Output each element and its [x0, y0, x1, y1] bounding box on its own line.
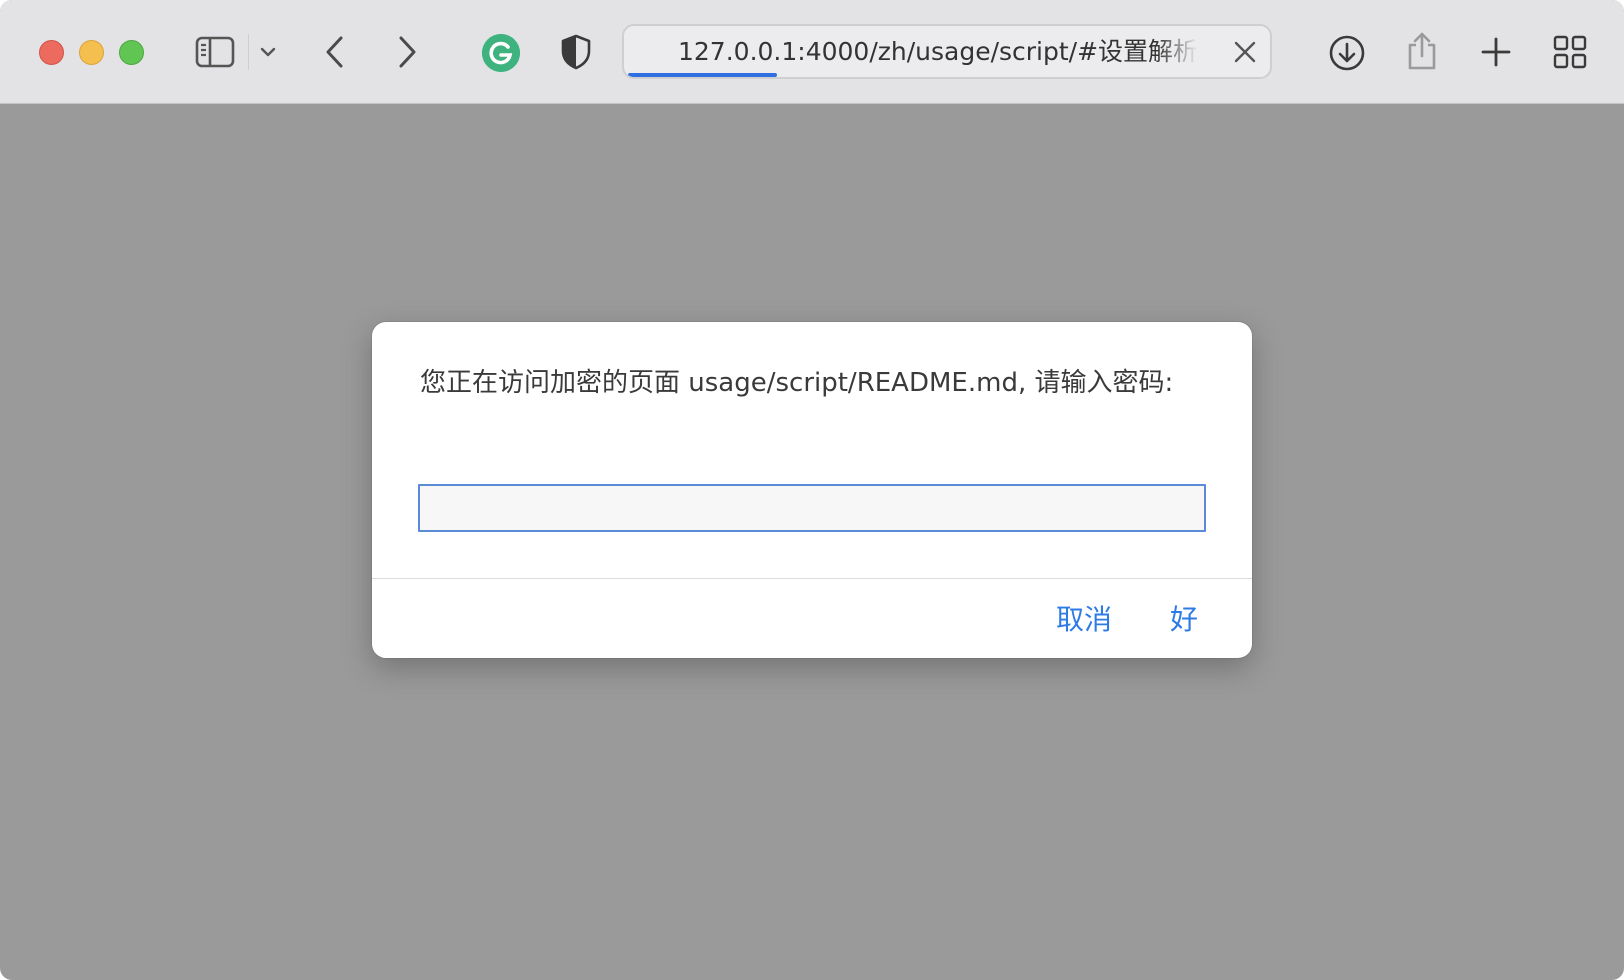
window-minimize-button[interactable] [79, 40, 104, 65]
sidebar-toggle-button[interactable] [194, 33, 236, 71]
address-bar[interactable]: 127.0.0.1:4000/zh/usage/script/#设置解析器的 [622, 24, 1272, 79]
close-icon[interactable] [1232, 39, 1258, 65]
download-icon [1329, 35, 1365, 71]
ok-button[interactable]: 好 [1170, 602, 1198, 638]
tab-overview-button[interactable] [1550, 32, 1590, 72]
share-icon [1408, 32, 1436, 70]
shield-icon [561, 34, 591, 70]
browser-window: 127.0.0.1:4000/zh/usage/script/#设置解析器的 您… [0, 0, 1624, 980]
password-prompt-dialog: 您正在访问加密的页面 usage/script/README.md, 请输入密码… [372, 322, 1252, 658]
cancel-button[interactable]: 取消 [1056, 602, 1112, 638]
toolbar-divider [248, 34, 249, 70]
grammarly-icon [482, 34, 520, 72]
page-load-progress [628, 73, 777, 77]
forward-icon [399, 36, 416, 68]
new-tab-button[interactable] [1476, 32, 1516, 72]
sidebar-menu-button[interactable] [256, 40, 280, 64]
privacy-report-button[interactable] [558, 32, 594, 72]
downloads-button[interactable] [1326, 32, 1368, 74]
dialog-divider [372, 578, 1252, 579]
back-button[interactable] [318, 32, 352, 72]
back-icon [326, 36, 343, 68]
dialog-message: 您正在访问加密的页面 usage/script/README.md, 请输入密码… [420, 368, 1174, 398]
plus-icon [1481, 37, 1511, 67]
grammarly-extension-button[interactable] [480, 32, 522, 74]
share-button[interactable] [1402, 28, 1442, 74]
address-url[interactable]: 127.0.0.1:4000/zh/usage/script/#设置解析器的 [678, 38, 1198, 66]
chevron-down-icon [260, 47, 276, 57]
password-input[interactable] [418, 484, 1206, 532]
browser-toolbar: 127.0.0.1:4000/zh/usage/script/#设置解析器的 [0, 0, 1624, 104]
window-close-button[interactable] [39, 40, 64, 65]
sidebar-icon [195, 36, 235, 68]
window-zoom-button[interactable] [119, 40, 144, 65]
grid-icon [1553, 35, 1587, 69]
forward-button[interactable] [390, 32, 424, 72]
